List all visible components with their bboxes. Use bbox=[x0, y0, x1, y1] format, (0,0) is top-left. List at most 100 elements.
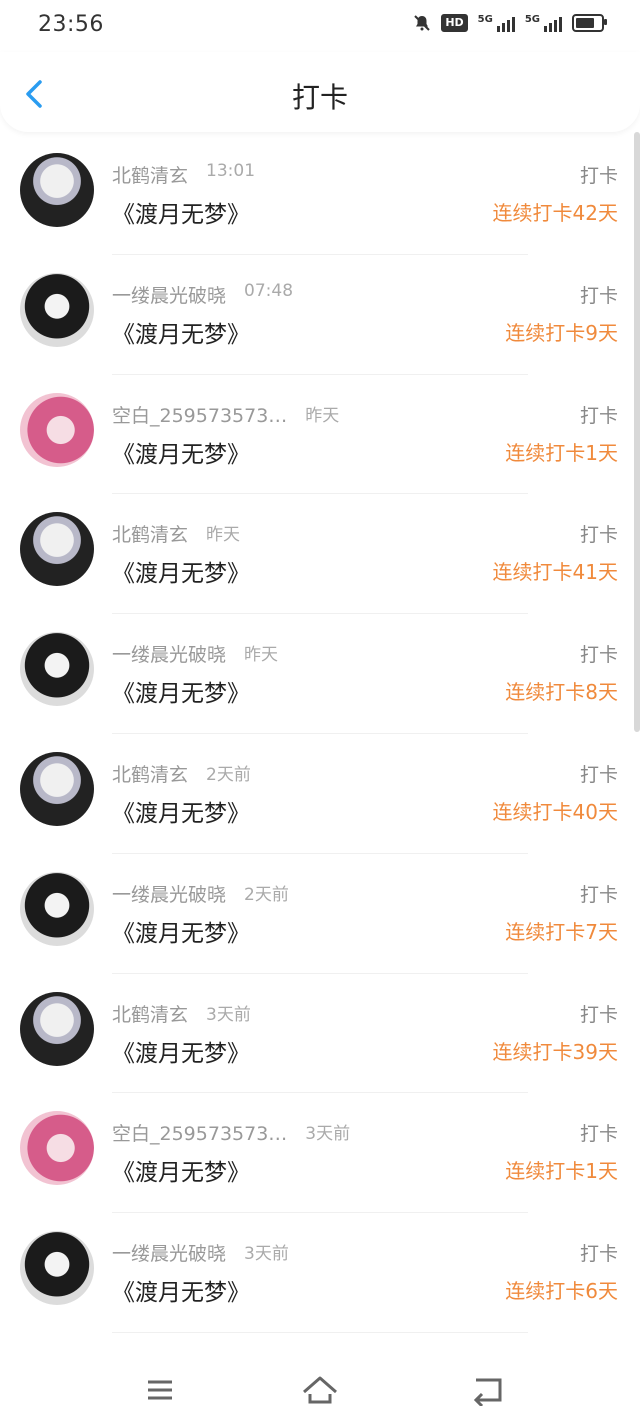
user-info: 北鹤清玄 3天前 bbox=[112, 1000, 251, 1027]
streak-count: 连续打卡7天 bbox=[505, 919, 618, 944]
user-info: 一缕晨光破晓 昨天 bbox=[112, 640, 278, 667]
checkin-row[interactable]: 北鹤清玄 13:01 《渡月无梦》 打卡连续打卡42天 bbox=[0, 135, 640, 255]
status-bar: 23:56 HD 5G 5G bbox=[0, 0, 640, 52]
avatar[interactable] bbox=[20, 392, 94, 467]
checkin-type: 打卡 bbox=[579, 404, 618, 427]
book-title[interactable]: 《渡月无梦》 bbox=[112, 195, 250, 229]
streak-count: 连续打卡42天 bbox=[492, 201, 618, 225]
checkin-time: 昨天 bbox=[305, 405, 340, 426]
checkin-time: 3天前 bbox=[305, 1124, 351, 1145]
avatar[interactable] bbox=[20, 991, 94, 1066]
checkin-time: 昨天 bbox=[244, 645, 279, 666]
avatar[interactable] bbox=[20, 1111, 94, 1186]
avatar[interactable] bbox=[20, 632, 94, 707]
user-name[interactable]: 北鹤清玄 bbox=[112, 1000, 188, 1027]
home-button[interactable] bbox=[300, 1374, 340, 1406]
checkin-row[interactable]: 一缕晨光破晓 2天前《渡月无梦》 打卡连续打卡7天 bbox=[0, 854, 640, 974]
book-title[interactable]: 《渡月无梦》 bbox=[112, 435, 250, 469]
home-icon bbox=[303, 1376, 337, 1404]
book-title[interactable]: 《渡月无梦》 bbox=[112, 554, 250, 588]
checkin-time: 2天前 bbox=[206, 764, 251, 785]
book-title[interactable]: 《渡月无梦》 bbox=[112, 1034, 250, 1068]
user-info: 北鹤清玄 2天前 bbox=[112, 760, 251, 787]
avatar[interactable] bbox=[20, 153, 94, 227]
checkin-type: 打卡 bbox=[579, 763, 618, 786]
user-name[interactable]: 北鹤清玄 bbox=[112, 161, 188, 188]
user-info: 一缕晨光破晓 07:48 bbox=[112, 281, 293, 308]
user-info: 北鹤清玄 13:01 bbox=[112, 161, 255, 188]
streak-count: 连续打卡6天 bbox=[505, 1279, 618, 1304]
user-info: 空白_259573573… 3天前 bbox=[112, 1119, 350, 1146]
streak-count: 连续打卡40天 bbox=[492, 799, 618, 824]
checkin-time: 07:48 bbox=[244, 280, 294, 301]
streak-count: 连续打卡1天 bbox=[505, 1159, 618, 1184]
checkin-type: 打卡 bbox=[579, 284, 618, 307]
battery-icon bbox=[572, 14, 607, 32]
streak-count: 连续打卡1天 bbox=[505, 440, 618, 465]
avatar[interactable] bbox=[20, 272, 94, 347]
checkin-time: 2天前 bbox=[244, 884, 289, 905]
book-title[interactable]: 《渡月无梦》 bbox=[112, 1273, 250, 1307]
checkin-type: 打卡 bbox=[579, 644, 618, 667]
user-name[interactable]: 一缕晨光破晓 bbox=[112, 880, 226, 907]
menu-button[interactable] bbox=[140, 1374, 180, 1406]
checkin-type: 打卡 bbox=[579, 524, 618, 547]
streak-count: 连续打卡8天 bbox=[505, 680, 618, 705]
signal-icon: 5G bbox=[478, 14, 515, 32]
book-title[interactable]: 《渡月无梦》 bbox=[112, 914, 250, 948]
checkin-type: 打卡 bbox=[579, 883, 618, 906]
signal-icon-2: 5G bbox=[525, 14, 562, 32]
checkin-row[interactable]: 一缕晨光破晓 昨天《渡月无梦》 打卡连续打卡8天 bbox=[0, 614, 640, 734]
hd-icon: HD bbox=[441, 14, 468, 32]
avatar[interactable] bbox=[20, 871, 94, 946]
return-icon bbox=[473, 1378, 502, 1408]
avatar[interactable] bbox=[20, 1231, 94, 1306]
checkin-row[interactable]: 一缕晨光破晓 07:48 《渡月无梦》 打卡连续打卡9天 bbox=[0, 255, 640, 375]
checkin-list: 北鹤清玄 13:01 《渡月无梦》 打卡 连续打卡42天 一缕晨光破晓 07:48 《渡月无梦… bbox=[0, 135, 640, 1333]
status-time: 23:56 bbox=[38, 12, 104, 37]
user-info: 空白_259573573… 昨天 bbox=[112, 401, 339, 428]
user-name[interactable]: 空白_259573573… bbox=[112, 1119, 287, 1146]
system-nav-bar bbox=[0, 1350, 640, 1427]
user-info: 一缕晨光破晓 2天前 bbox=[112, 880, 289, 907]
user-name[interactable]: 一缕晨光破晓 bbox=[112, 281, 226, 308]
book-title[interactable]: 《渡月无梦》 bbox=[112, 315, 250, 349]
bell-mute-icon bbox=[413, 14, 431, 32]
return-button[interactable] bbox=[468, 1374, 508, 1408]
checkin-type: 打卡 bbox=[579, 1003, 618, 1026]
user-name[interactable]: 一缕晨光破晓 bbox=[112, 640, 226, 667]
book-title[interactable]: 《渡月无梦》 bbox=[112, 674, 250, 708]
checkin-type: 打卡 bbox=[579, 1243, 618, 1266]
checkin-type: 打卡 bbox=[579, 1123, 618, 1146]
checkin-time: 3天前 bbox=[206, 1004, 251, 1025]
streak-count: 连续打卡39天 bbox=[492, 1039, 618, 1064]
checkin-row[interactable]: 北鹤清玄 2天前《渡月无梦》 打卡连续打卡40天 bbox=[0, 734, 640, 854]
checkin-time: 3天前 bbox=[244, 1244, 289, 1265]
divider bbox=[112, 1331, 528, 1333]
checkin-row[interactable]: 空白_259573573… 3天前《渡月无梦》 打卡连续打卡1天 bbox=[0, 1093, 640, 1214]
streak-count: 连续打卡41天 bbox=[492, 560, 618, 585]
checkin-row[interactable]: 北鹤清玄 3天前《渡月无梦》 打卡连续打卡39天 bbox=[0, 974, 640, 1094]
checkin-time: 13:01 bbox=[206, 161, 256, 181]
user-name[interactable]: 一缕晨光破晓 bbox=[112, 1239, 226, 1266]
user-info: 北鹤清玄 昨天 bbox=[112, 520, 240, 547]
header: 打卡 bbox=[0, 52, 640, 132]
checkin-row[interactable]: 北鹤清玄 昨天《渡月无梦》 打卡连续打卡41天 bbox=[0, 494, 640, 615]
checkin-type: 打卡 bbox=[579, 165, 618, 187]
scrollbar[interactable] bbox=[634, 132, 640, 732]
user-info: 一缕晨光破晓 3天前 bbox=[112, 1239, 289, 1266]
page-title: 打卡 bbox=[291, 81, 348, 114]
book-title[interactable]: 《渡月无梦》 bbox=[112, 794, 250, 828]
avatar[interactable] bbox=[20, 751, 94, 826]
user-name[interactable]: 北鹤清玄 bbox=[112, 760, 188, 787]
user-name[interactable]: 北鹤清玄 bbox=[112, 520, 188, 547]
streak-count: 连续打卡9天 bbox=[505, 320, 618, 345]
checkin-row[interactable]: 一缕晨光破晓 3天前《渡月无梦》 打卡连续打卡6天 bbox=[0, 1213, 640, 1333]
status-icons: HD 5G 5G bbox=[413, 14, 607, 32]
book-title[interactable]: 《渡月无梦》 bbox=[112, 1153, 250, 1187]
user-name[interactable]: 空白_259573573… bbox=[112, 401, 287, 428]
checkin-time: 昨天 bbox=[206, 525, 241, 546]
avatar[interactable] bbox=[20, 512, 94, 587]
checkin-row[interactable]: 空白_259573573… 昨天《渡月无梦》 打卡连续打卡1天 bbox=[0, 375, 640, 495]
menu-icon bbox=[148, 1380, 172, 1400]
